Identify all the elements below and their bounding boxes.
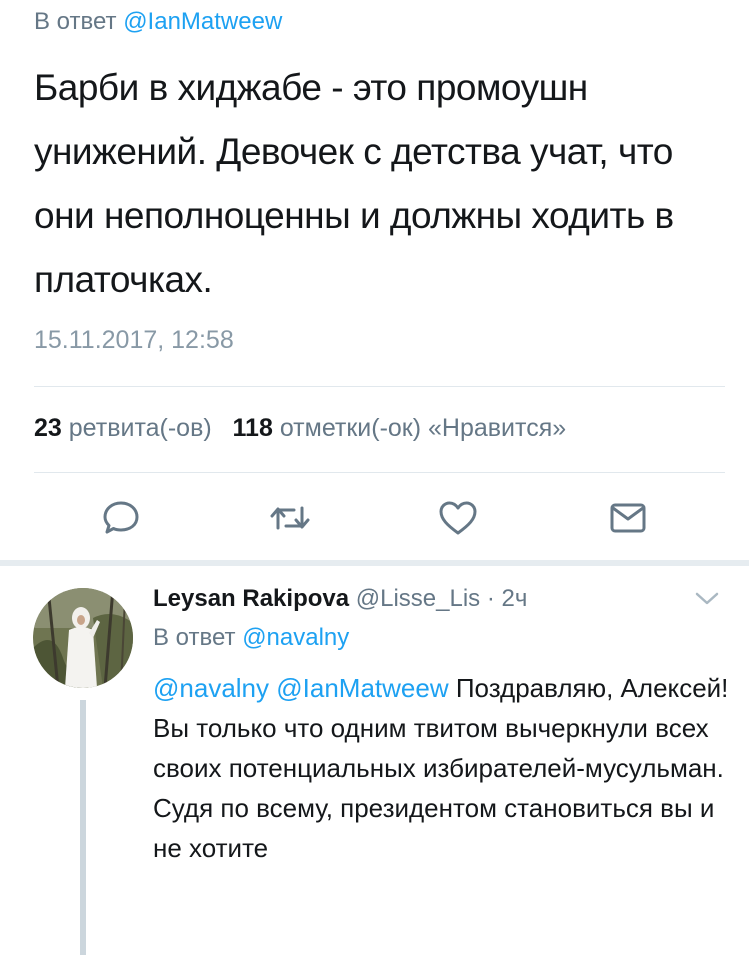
reply-prefix: В ответ [153,624,236,651]
like-count: 118 [232,414,273,442]
chevron-down-icon [695,592,719,605]
retweet-stat[interactable]: 23 ретвита(-ов) [34,414,212,442]
author-handle[interactable]: @Lisse_Lis [356,585,480,612]
like-stat[interactable]: 118 отметки(-ок) «Нравится» [233,414,567,442]
like-button[interactable] [435,495,481,541]
tweet-text: Барби в хиджабе - это промоушн унижений.… [34,67,674,300]
reply-text: @navalny @IanMatweew Поздравляю, Алексей… [153,668,733,868]
avatar-photo [33,588,133,688]
mention-link[interactable]: @IanMatweew [276,673,448,703]
avatar[interactable] [33,588,133,688]
retweet-button[interactable] [267,495,313,541]
tweet-stats: 23 ретвита(-ов) 118 отметки(-ок) «Нравит… [34,414,566,443]
like-label: отметки(-ок) «Нравится» [279,414,567,442]
divider [34,386,725,387]
retweet-count: 23 [34,414,62,442]
reply-context: В ответ @navalny [153,624,349,652]
reply-handle-link[interactable]: @IanMatweew [123,8,282,35]
thread-line [80,700,86,955]
reply-context: В ответ @IanMatweew [34,8,282,36]
heart-icon [439,501,477,535]
reply-handle-link[interactable]: @navalny [242,624,349,651]
speech-bubble-icon [103,501,139,534]
separator-dot: · [486,585,495,612]
section-separator [0,560,749,566]
retweet-label: ретвита(-ов) [68,414,212,442]
message-button[interactable] [605,495,651,541]
divider [34,472,725,473]
envelope-icon [610,503,646,533]
mention-link[interactable]: @navalny [153,673,269,703]
retweet-icon [270,506,310,530]
author-name[interactable]: Leysan Rakipova [153,585,349,612]
more-options-button[interactable] [694,588,720,608]
reply-header: Leysan Rakipova @Lisse_Lis · 2ч [153,585,527,613]
reply-button[interactable] [98,495,144,541]
tweet-timestamp[interactable]: 15.11.2017, 12:58 [34,326,234,355]
reply-time[interactable]: 2ч [502,585,528,612]
action-bar [0,495,749,541]
reply-prefix: В ответ [34,8,117,35]
